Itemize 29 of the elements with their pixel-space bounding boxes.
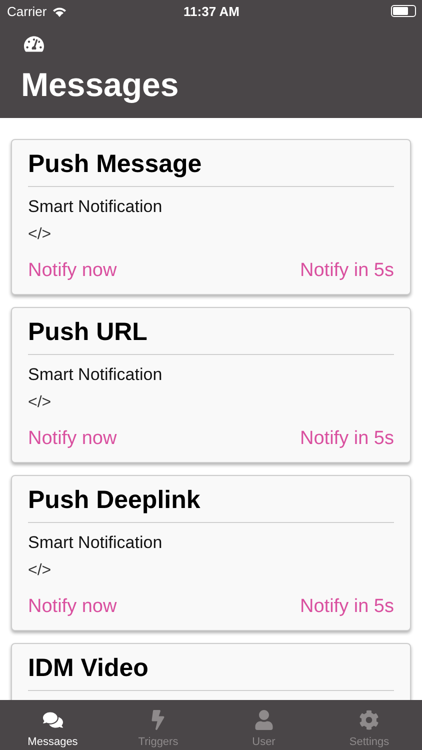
notify-link[interactable]: Notify now — [28, 260, 117, 282]
notify-link[interactable]: Notify in 5s — [300, 428, 394, 450]
gauge-icon[interactable] — [24, 34, 44, 54]
card-title: Push Deeplink — [28, 484, 394, 523]
page-title: Messages — [21, 66, 180, 104]
carrier-text: Carrier — [7, 4, 47, 18]
code-text: </> — [28, 394, 52, 412]
tab[interactable]: User — [211, 700, 316, 750]
chat-bubbles-icon — [42, 710, 63, 730]
tab[interactable]: Triggers — [106, 700, 211, 750]
card-subtitle: Smart Notification — [28, 365, 164, 385]
card-title: Push Message — [28, 148, 394, 187]
notify-link[interactable]: Notify now — [28, 428, 117, 450]
tab[interactable]: Messages — [0, 700, 106, 750]
card-title: IDM Video — [28, 652, 394, 691]
wifi-icon — [52, 6, 67, 16]
user-icon — [254, 710, 274, 730]
code-text: </> — [28, 562, 52, 580]
notify-link[interactable]: Notify now — [28, 596, 117, 618]
tab[interactable]: Settings — [316, 700, 422, 750]
card-title: Push URL — [28, 316, 394, 355]
code-text: </> — [28, 226, 52, 244]
settings-icon — [359, 710, 380, 730]
battery-icon — [390, 5, 416, 17]
card-subtitle: Smart Notification — [28, 533, 164, 553]
notify-link[interactable]: Notify in 5s — [300, 260, 394, 282]
notify-link[interactable]: Notify in 5s — [300, 596, 394, 618]
card-subtitle: Smart Notification — [28, 197, 164, 217]
clock-text: 11:37 AM — [184, 4, 240, 18]
